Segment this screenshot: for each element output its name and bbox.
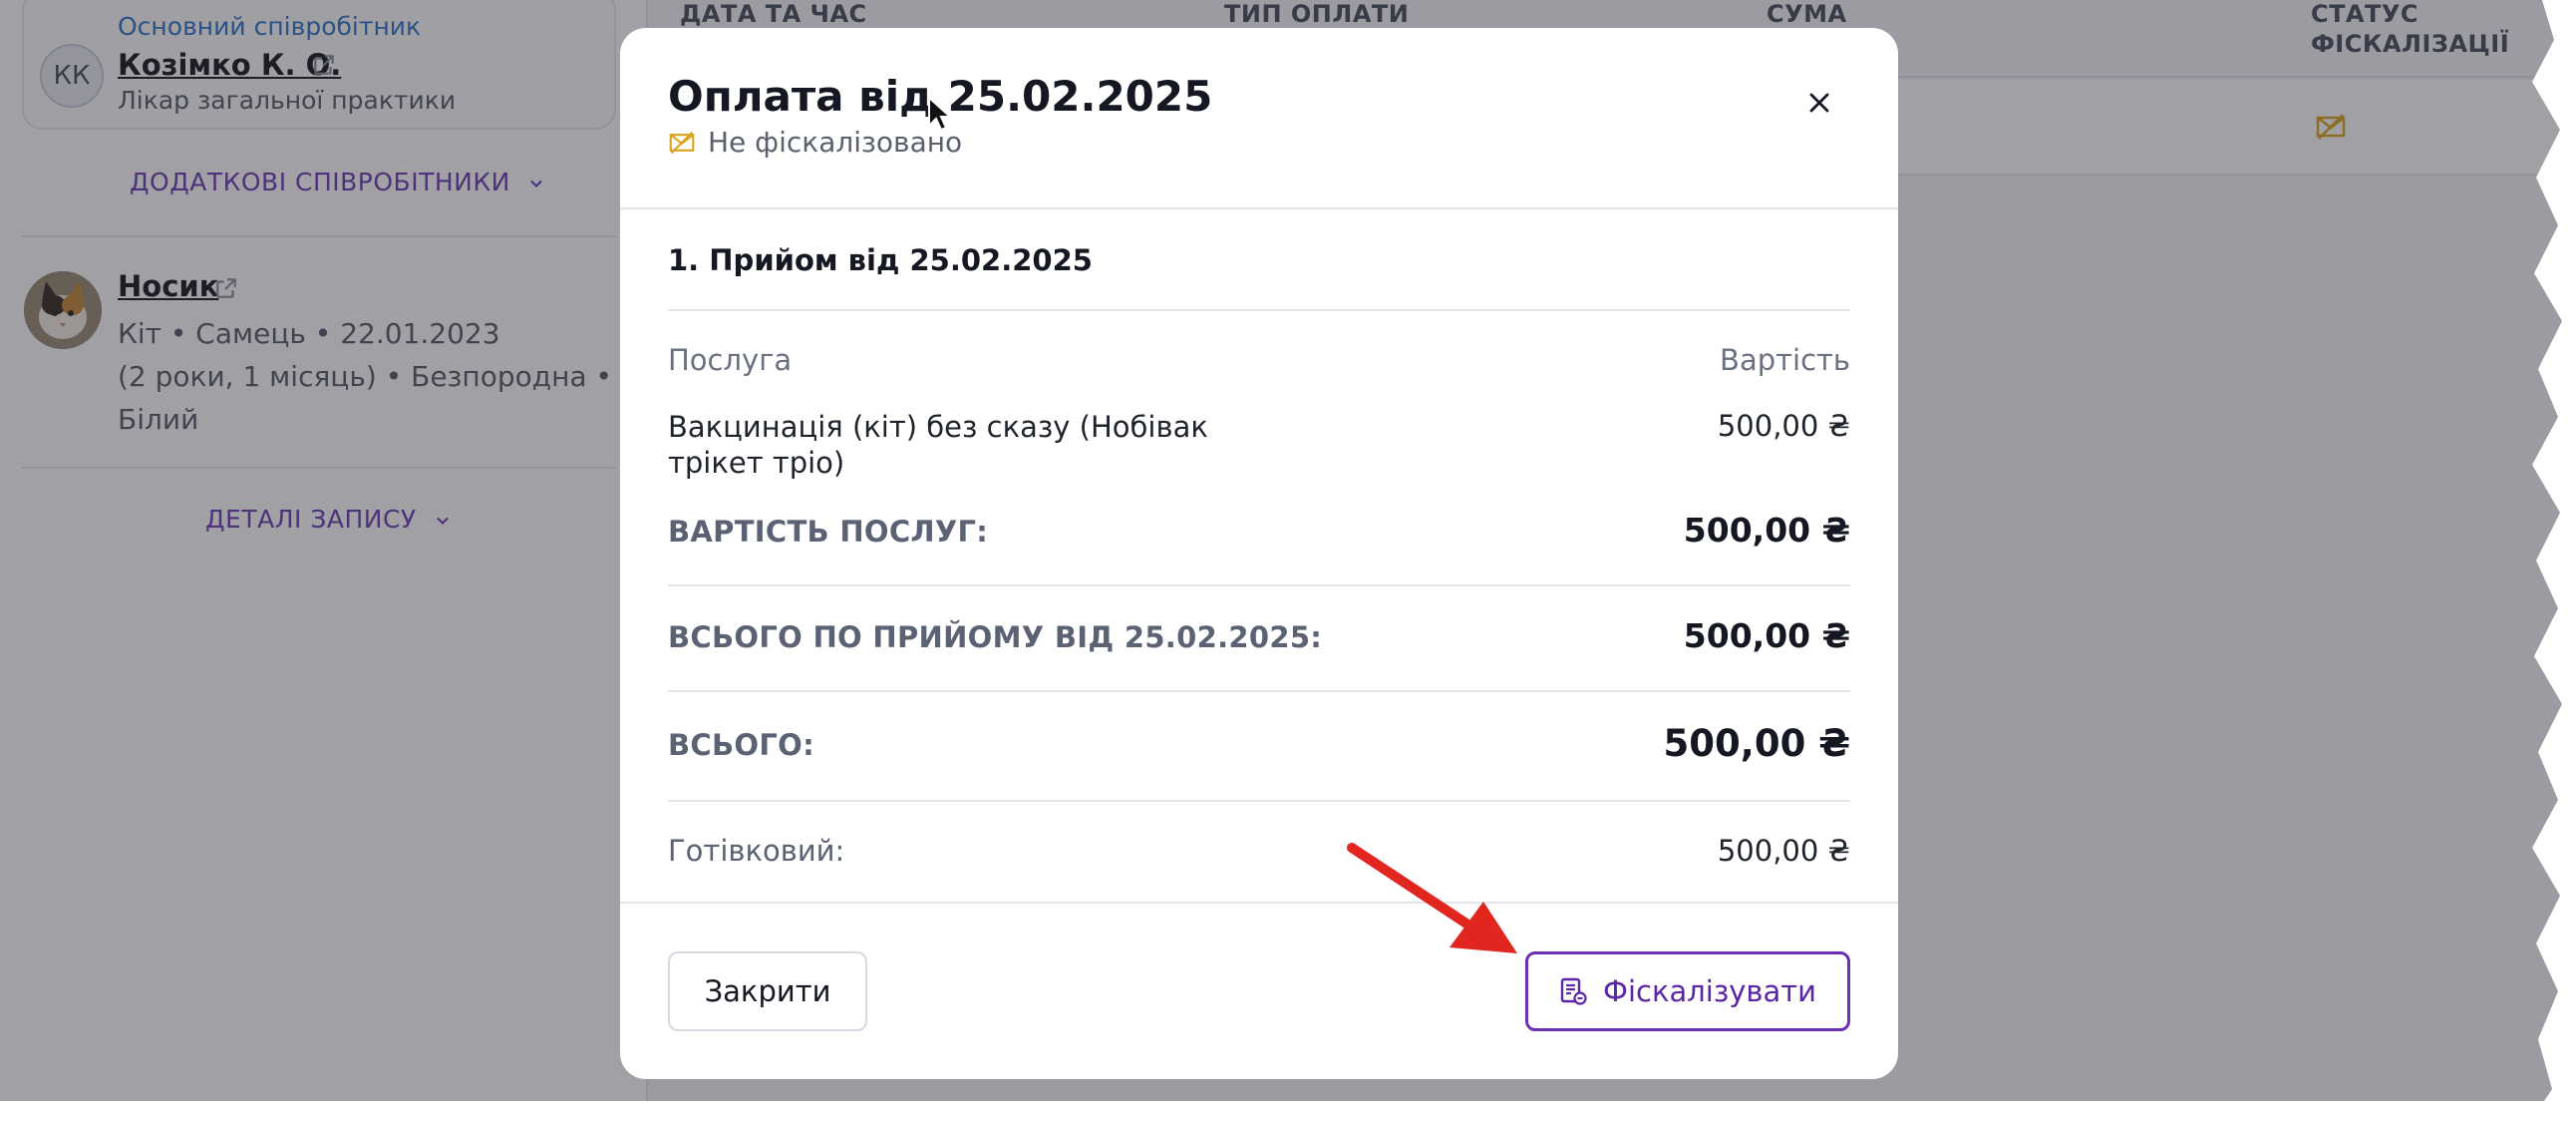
grand-total-label: ВСЬОГО: xyxy=(668,728,814,762)
mouse-cursor-icon xyxy=(928,96,953,132)
grand-total-value: 500,00 ₴ xyxy=(1663,722,1850,765)
services-total-value: 500,00 ₴ xyxy=(1683,511,1850,550)
fiscalize-button-label: Фіскалізувати xyxy=(1602,974,1817,1008)
divider xyxy=(620,207,1898,209)
payment-method-value: 500,00 ₴ xyxy=(1717,834,1850,868)
fiscal-status-text: Не фіскалізовано xyxy=(708,126,963,159)
not-fiscalized-icon xyxy=(669,131,695,155)
services-total-label: ВАРТІСТЬ ПОСЛУГ: xyxy=(668,515,989,549)
service-column-header: Послуга xyxy=(668,343,793,377)
page-background: Основний співробітник КК Козімко К. О. Л… xyxy=(0,0,2562,1101)
receipt-icon xyxy=(1560,977,1587,1005)
divider xyxy=(668,690,1850,692)
divider xyxy=(668,584,1850,586)
payment-modal: Оплата від 25.02.2025 Не фіскалізовано 1… xyxy=(620,28,1898,1079)
visit-total-label: ВСЬОГО ПО ПРИЙОМУ ВІД 25.02.2025: xyxy=(668,620,1323,654)
service-name: Вакцинація (кіт) без сказу (Нобівак трік… xyxy=(668,410,1208,480)
cost-column-header: Вартість xyxy=(1720,343,1850,377)
divider xyxy=(620,902,1898,904)
divider xyxy=(668,309,1850,311)
visit-title: 1. Прийом від 25.02.2025 xyxy=(668,243,1093,277)
screenshot-frame: Основний співробітник КК Козімко К. О. Л… xyxy=(0,0,2562,1101)
visit-total-value: 500,00 ₴ xyxy=(1683,616,1850,655)
fiscalize-button[interactable]: Фіскалізувати xyxy=(1525,951,1850,1031)
divider xyxy=(668,800,1850,802)
payment-method-label: Готівковий: xyxy=(668,834,845,868)
close-icon[interactable] xyxy=(1804,88,1834,118)
service-price: 500,00 ₴ xyxy=(1717,409,1850,443)
close-button[interactable]: Закрити xyxy=(668,951,867,1031)
